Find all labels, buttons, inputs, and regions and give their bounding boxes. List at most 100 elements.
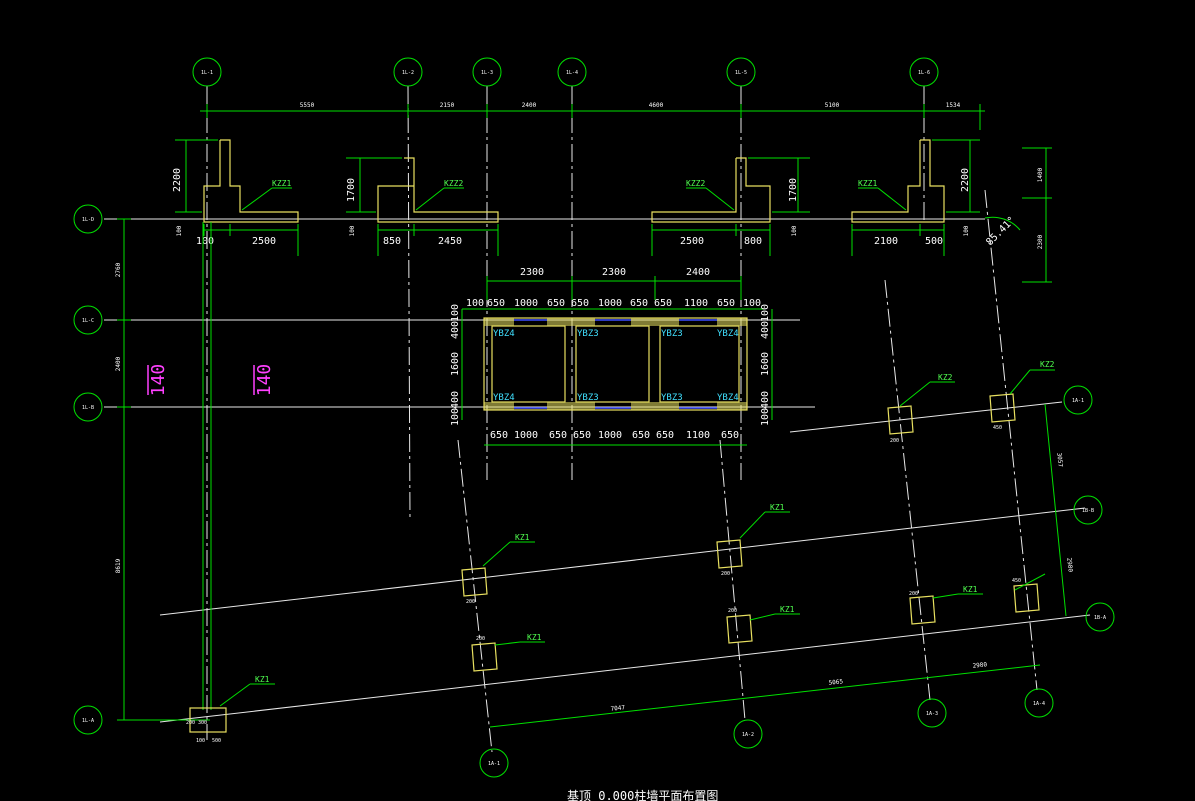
footing-section-1[interactable]: 2200 100 100 2500 KZZ1: [172, 139, 299, 256]
column-kz2-b[interactable]: KZ2 450: [989, 360, 1055, 431]
dim-text: 650: [656, 430, 674, 441]
dim-text: 2760: [115, 262, 122, 277]
dim-text: 850: [383, 236, 401, 247]
column-label: KZ1: [527, 633, 542, 642]
column-dim: 200: [721, 571, 730, 577]
wall-label: YBZ3: [661, 393, 683, 403]
dim-text: 1700: [788, 178, 799, 202]
dim-text: 650: [571, 298, 589, 309]
dim-text: 1100: [684, 298, 708, 309]
right-dimension-chain: 1400 2300: [1022, 147, 1052, 283]
footing-label: KZZ2: [686, 179, 705, 188]
column-label: KZ1: [770, 503, 785, 512]
dim-text: 1600: [450, 352, 461, 376]
column-label: KZ1: [515, 533, 530, 542]
dim-text: 100: [450, 408, 461, 426]
footing-section-2[interactable]: 1700 100 850 2450 KZZ2: [346, 157, 499, 256]
axis-label: 1A-4: [1033, 701, 1045, 707]
footing-section-4[interactable]: 2200 100 2100 500 KZZ1: [851, 139, 980, 256]
dim-text: 650: [490, 430, 508, 441]
column-kz1-a[interactable]: KZ1 200: [461, 533, 535, 605]
wall-label: YBZ4: [717, 329, 739, 339]
dim-text: 100: [963, 225, 970, 236]
dim-text: 8619: [115, 558, 122, 573]
top-axis-markers: 1L-1 1L-2 1L-3 1L-4 1L-5 1L-6: [192, 57, 939, 87]
axis-label: 1B-A: [1094, 615, 1106, 621]
column-label: KZ2: [1040, 360, 1055, 369]
dim-text: 400: [450, 391, 461, 409]
dim-text: 650: [717, 298, 735, 309]
dim-text: 2200: [960, 168, 971, 192]
dim-text: 100: [349, 225, 356, 236]
left-axis-markers: 1L-D 1L-C 1L-B 1L-A 2760 2400 8619: [73, 204, 210, 735]
dim-text: 100: [466, 298, 484, 309]
thickness-label: 140: [254, 364, 275, 397]
dim-text: 100: [450, 304, 461, 322]
dim-text: 650: [721, 430, 739, 441]
dim-text: 400: [450, 321, 461, 339]
dim-text: 650: [654, 298, 672, 309]
column-dim: 200: [909, 591, 918, 597]
column-dim: 500: [212, 738, 221, 744]
dim-text: 2500: [252, 236, 276, 247]
dim-text: 1534: [946, 102, 961, 109]
axis-label: 1L-4: [566, 70, 578, 76]
axis-label: 1A-1: [1072, 398, 1084, 404]
dim-text: 2300: [602, 267, 626, 278]
dim-text: 1100: [686, 430, 710, 441]
axis-label: 1A-2: [742, 732, 754, 738]
column-label: KZ1: [963, 585, 978, 594]
wall-label: YBZ3: [661, 329, 683, 339]
dim-text: 5550: [300, 102, 315, 109]
dim-text: 2200: [172, 168, 183, 192]
dim-text: 650: [487, 298, 505, 309]
axis-label: 1L-5: [735, 70, 747, 76]
dim-text: 2980: [972, 661, 987, 670]
thickness-label: 140: [148, 364, 169, 397]
footing-label: KZZ1: [858, 179, 877, 188]
cad-drawing-canvas[interactable]: 1L-1 1L-2 1L-3 1L-4 1L-5 1L-6 5550 2150 …: [0, 0, 1195, 801]
dim-text: 650: [632, 430, 650, 441]
column-dim: 100: [196, 738, 205, 744]
dim-text: 2400: [686, 267, 710, 278]
footing-label: KZZ1: [272, 179, 291, 188]
axis-label: 1L-6: [918, 70, 930, 76]
footing-label: KZZ2: [444, 179, 463, 188]
dim-text: 2450: [438, 236, 462, 247]
column-label: KZ1: [780, 605, 795, 614]
wall-label: YBZ4: [717, 393, 739, 403]
column-dim: 200: [890, 438, 899, 444]
bottom-axis-markers: 1A-1 1A-2 1A-3 1A-4 7047 5065 2980: [479, 661, 1054, 778]
column-dim: 200: [466, 599, 475, 605]
axis-label: 1L-C: [82, 318, 94, 324]
dim-text: 5065: [828, 678, 843, 687]
footing-section-3[interactable]: 1700 100 2500 800 KZZ2: [651, 157, 810, 256]
dim-text: 650: [573, 430, 591, 441]
dim-text: 100: [176, 225, 183, 236]
wall-label: YBZ3: [577, 329, 599, 339]
dim-text: 1000: [598, 430, 622, 441]
axis-label: 1A-3: [926, 711, 938, 717]
dim-text: 1000: [514, 430, 538, 441]
axis-label: 1B-B: [1082, 508, 1094, 514]
wall-label: YBZ3: [577, 393, 599, 403]
dim-text: 650: [549, 430, 567, 441]
column-kz2-a[interactable]: KZ2 200: [887, 373, 955, 444]
dim-text: 500: [925, 236, 943, 247]
left-wall: 140 140: [147, 222, 275, 710]
dim-text: 1700: [346, 178, 357, 202]
column-dim: 450: [1012, 578, 1021, 584]
column-label: KZ2: [938, 373, 953, 382]
dim-text: 100: [791, 225, 798, 236]
axis-label: 1L-B: [82, 405, 94, 411]
column-label: KZ1: [255, 675, 270, 684]
dim-text: 1000: [598, 298, 622, 309]
dim-text: 650: [630, 298, 648, 309]
dim-text: 400: [760, 391, 771, 409]
column-kz1-g[interactable]: KZ1 200 300 100 500: [186, 675, 275, 744]
shear-wall-core[interactable]: 2300 2300 2400 100 650 1000 650 650 1000…: [450, 267, 773, 446]
dim-text: 2150: [440, 102, 455, 109]
dim-text: 100: [760, 408, 771, 426]
column-kz1-b[interactable]: KZ1 200: [716, 503, 790, 577]
axis-label: 1L-3: [481, 70, 493, 76]
